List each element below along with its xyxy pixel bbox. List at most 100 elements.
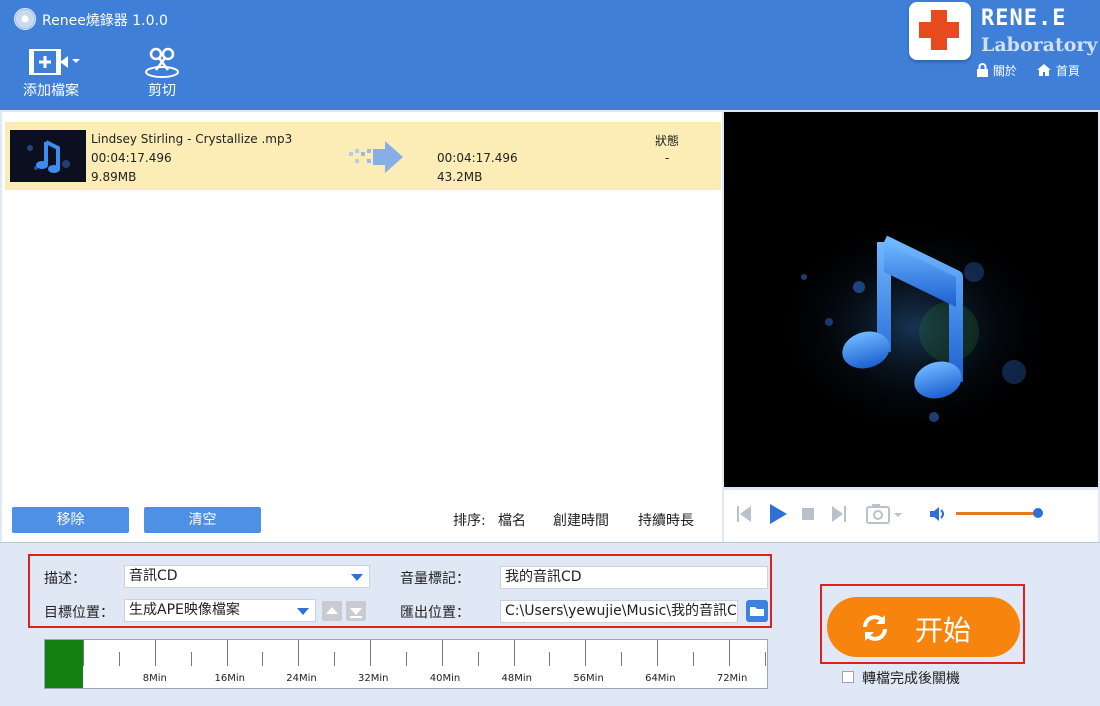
timeline-tick-label: 16Min [214, 673, 245, 684]
volume-icon[interactable] [929, 506, 947, 522]
timeline-tick [477, 652, 479, 666]
target-value: 生成APE映像檔案 [129, 602, 240, 618]
volume-label-label: 音量標記： [400, 571, 470, 587]
timeline-tick [728, 640, 730, 666]
shutdown-label: 轉檔完成後關機 [862, 671, 960, 687]
timeline-tick [405, 652, 407, 666]
player-controls [724, 490, 1098, 542]
timeline-tick-label: 32Min [358, 673, 389, 684]
next-icon[interactable] [831, 505, 847, 523]
timeline-tick [226, 640, 228, 666]
volume-label-input[interactable]: 我的音訊CD [500, 566, 768, 589]
bottom-panel: 描述： 音訊CD 音量標記： 我的音訊CD 目標位置： 生成APE映像檔案 匯出… [0, 542, 1100, 706]
brand-name: RENE.E [981, 6, 1067, 31]
shutdown-checkbox[interactable] [842, 671, 854, 683]
timeline-tick [262, 652, 264, 666]
browse-folder-button[interactable] [746, 600, 768, 622]
timeline-tick [441, 640, 443, 666]
convert-arrow-icon [347, 140, 405, 178]
about-link[interactable]: 關於 [976, 62, 1017, 79]
previous-icon[interactable] [736, 505, 752, 523]
snapshot-icon[interactable] [866, 503, 904, 525]
timeline-tick [83, 640, 84, 666]
timeline-tick-label: 8Min [142, 673, 167, 684]
app-logo-icon [14, 8, 36, 30]
stop-icon[interactable] [801, 507, 815, 521]
file-row[interactable]: Lindsey Stirling - Crystallize .mp3 00:0… [5, 122, 721, 190]
volume-knob[interactable] [1033, 508, 1043, 518]
timeline-tick [513, 640, 515, 666]
timeline-tick [764, 652, 766, 666]
first-aid-icon [909, 2, 971, 60]
start-label: 开始 [915, 614, 972, 647]
timeline-tick-label: 48Min [501, 673, 533, 684]
sort-label: 排序: [453, 513, 486, 529]
timeline-tick [657, 640, 659, 666]
remove-button[interactable]: 移除 [12, 507, 129, 533]
move-down-button[interactable] [346, 601, 366, 621]
home-icon [1037, 64, 1051, 76]
timeline-tick [692, 652, 694, 666]
start-button[interactable]: 开始 [827, 597, 1020, 657]
cut-label: 剪切 [148, 83, 176, 99]
title-toolbar: Renee燒錄器 1.0.0 添加檔案 剪切 RENE.E Laboratory… [0, 0, 1100, 110]
play-icon[interactable] [768, 503, 788, 525]
preview-panel [724, 112, 1098, 487]
output-duration: 00:04:17.496 [437, 151, 518, 165]
chevron-down-icon [351, 574, 363, 581]
clear-button[interactable]: 清空 [144, 507, 261, 533]
timeline-tick-label: 72Min [716, 673, 748, 684]
home-label: 首頁 [1055, 64, 1080, 78]
output-path-input[interactable]: C:\Users\yewujie\Music\我的音訊CD.ape [500, 600, 738, 623]
target-dropdown[interactable]: 生成APE映像檔案 [124, 599, 316, 622]
cut-button[interactable]: 剪切 [132, 46, 192, 100]
brand-subtitle: Laboratory [981, 34, 1098, 56]
status-header: 狀態 [655, 134, 680, 148]
description-label: 描述： [44, 571, 86, 587]
music-note-artwork [774, 217, 1054, 437]
target-label: 目標位置： [44, 605, 114, 621]
timeline-tick [298, 640, 300, 666]
add-file-button[interactable]: 添加檔案 [18, 46, 84, 100]
home-link[interactable]: 首頁 [1036, 62, 1080, 79]
timeline-tick [154, 640, 156, 666]
timeline-tick-label: 56Min [573, 673, 604, 684]
disc-capacity-timeline: 8Min 16Min 24Min 32Min 40Min 48Min 56Min 64Min 7… [44, 639, 768, 689]
description-value: 音訊CD [129, 568, 178, 584]
add-video-icon [18, 46, 84, 80]
sort-by-name[interactable]: 檔名 [498, 510, 526, 530]
volume-slider[interactable] [956, 512, 1036, 515]
timeline-tick-label: 24Min [286, 673, 317, 684]
lock-icon [977, 63, 988, 77]
file-size: 9.89MB [91, 170, 137, 184]
about-label: 關於 [992, 64, 1017, 78]
arrow-down-icon [350, 608, 362, 618]
output-size: 43.2MB [437, 170, 483, 184]
chevron-down-icon [297, 608, 309, 615]
status-value: - [665, 151, 670, 165]
file-thumbnail [10, 130, 86, 182]
scissors-icon [132, 46, 192, 80]
brand-logo: RENE.E Laboratory [905, 2, 1098, 64]
timeline-tick [585, 640, 587, 666]
sort-by-duration[interactable]: 持續時長 [638, 510, 694, 530]
timeline-tick [118, 652, 120, 666]
timeline-tick-label: 64Min [645, 673, 676, 684]
file-name: Lindsey Stirling - Crystallize .mp3 [91, 132, 293, 146]
output-path-value: C:\Users\yewujie\Music\我的音訊CD.ape [505, 603, 737, 619]
output-settings: 描述： 音訊CD 音量標記： 我的音訊CD 目標位置： 生成APE映像檔案 匯出… [28, 554, 772, 628]
description-dropdown[interactable]: 音訊CD [124, 565, 370, 588]
used-capacity-bar [45, 640, 83, 688]
window-title: Renee燒錄器 1.0.0 [42, 13, 168, 29]
sort-by-created[interactable]: 創建時間 [553, 510, 609, 530]
folder-icon [750, 607, 764, 616]
volume-label-value: 我的音訊CD [505, 569, 582, 585]
file-duration: 00:04:17.496 [91, 151, 172, 165]
move-up-button[interactable] [322, 601, 342, 621]
refresh-icon [863, 615, 887, 641]
timeline-tick [370, 640, 372, 666]
timeline-tick [549, 652, 551, 666]
add-file-label: 添加檔案 [23, 83, 79, 99]
timeline-tick [190, 652, 192, 666]
timeline-tick [621, 652, 623, 666]
